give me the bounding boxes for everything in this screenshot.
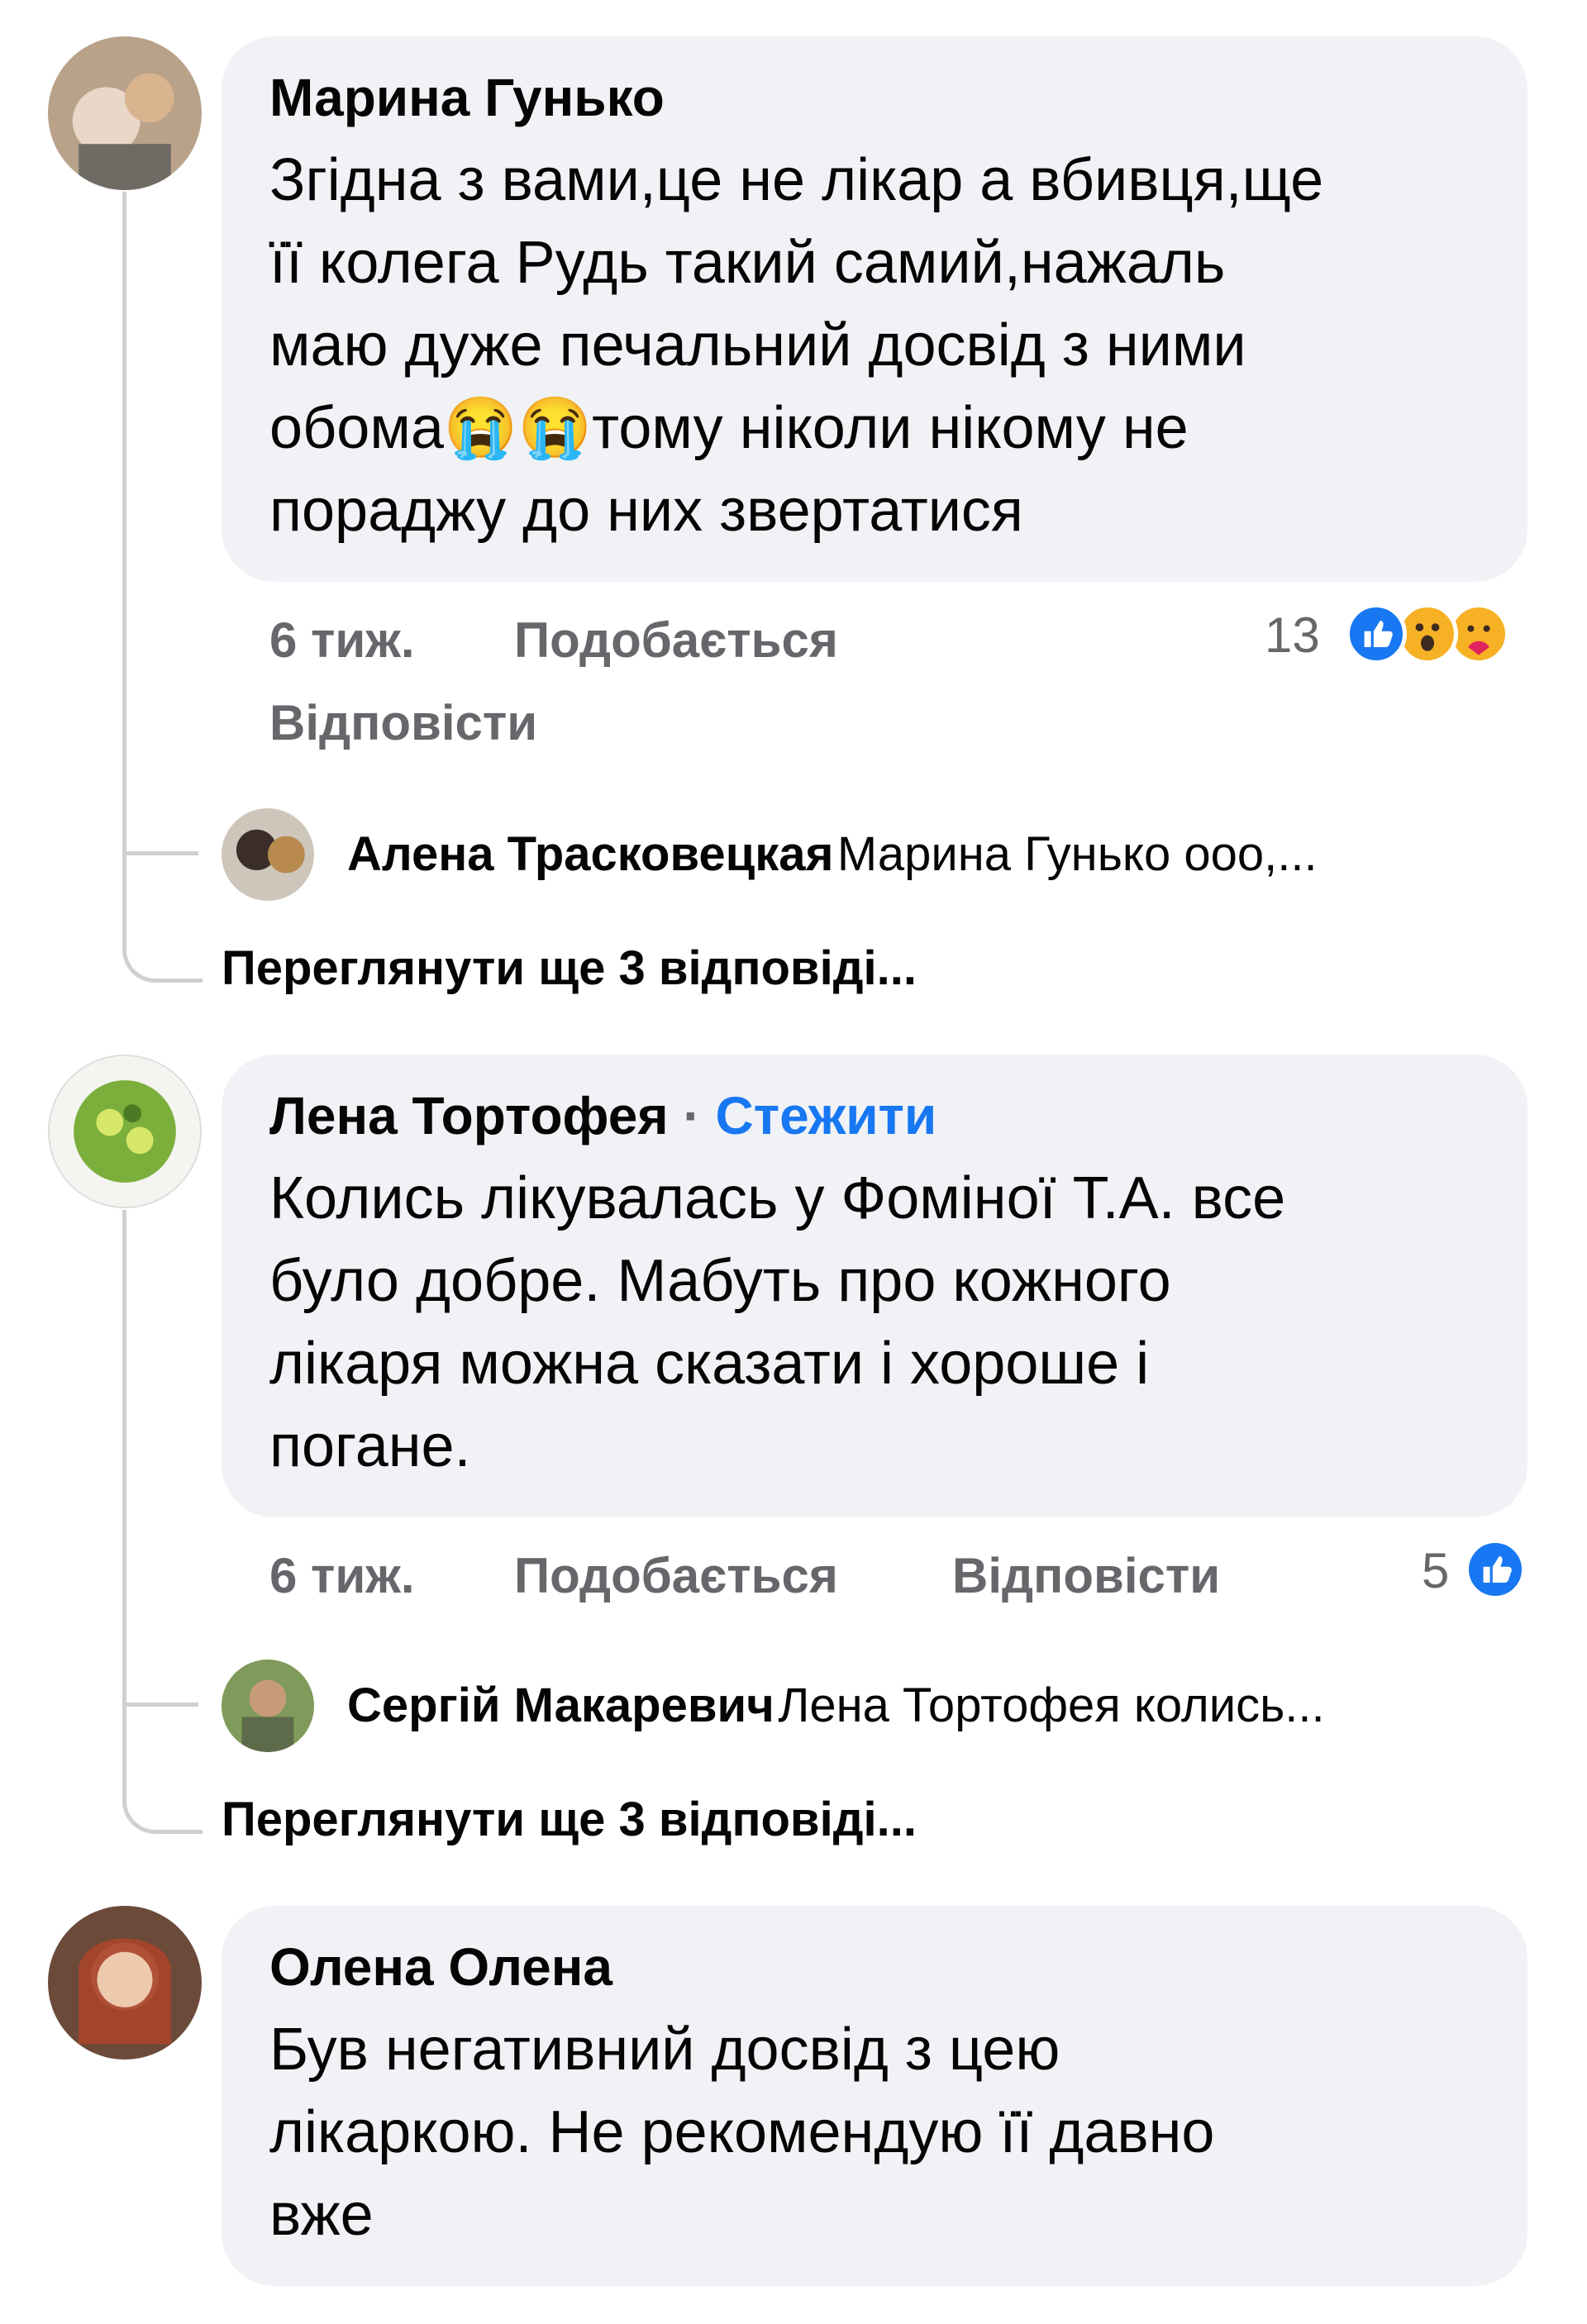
reaction-count[interactable]: 13 [1265, 607, 1320, 664]
reply-author[interactable]: Сергій Макаревич [347, 1679, 774, 1732]
comment-bubble: Лена Тортофея · Стежити Колись лікувалас… [222, 1055, 1527, 1517]
reaction-count[interactable]: 5 [1422, 1542, 1449, 1599]
comment-author[interactable]: Марина Гунько [269, 64, 665, 131]
avatar[interactable] [48, 1055, 202, 1208]
thread-line [122, 192, 203, 983]
comment-author-row: Лена Тортофея · Стежити [269, 1083, 936, 1149]
like-button[interactable]: Подобається [514, 1547, 838, 1604]
reply-avatar[interactable] [222, 808, 314, 901]
like-icon [1465, 1539, 1526, 1600]
comment-text: Колись лікувалась у Фоміної Т.А. все бул… [269, 1165, 1286, 1479]
comment-bubble: Олена Олена Був негативний досвід з цею … [222, 1906, 1527, 2286]
comment-time[interactable]: 6 тиж. [269, 612, 415, 669]
reply-button[interactable]: Відповісти [952, 1547, 1220, 1604]
reply-snippet: Марина Гунько ооо,... [836, 827, 1318, 881]
comment-bubble: Марина Гунько Згідна з вами,це не лікар … [222, 36, 1527, 582]
like-button[interactable]: Подобається [514, 612, 838, 669]
separator: · [683, 1086, 701, 1145]
like-icon [1346, 603, 1407, 664]
view-more-replies[interactable]: Переглянути ще 3 відповіді... [222, 941, 917, 996]
follow-link[interactable]: Стежити [716, 1086, 937, 1145]
reply-author[interactable]: Алена Трасковецкая [347, 827, 833, 881]
reply-snippet: Лена Тортофея колись... [778, 1679, 1325, 1732]
avatar[interactable] [48, 36, 202, 190]
thread-branch [122, 1703, 198, 1707]
reply-avatar[interactable] [222, 1660, 314, 1752]
comment-text: Був негативний досвід з цею лікаркою. Не… [269, 2017, 1215, 2248]
comment-author[interactable]: Олена Олена [269, 1934, 612, 2000]
comment-author[interactable]: Лена Тортофея [269, 1086, 669, 1145]
avatar[interactable] [48, 1906, 202, 2060]
reply-preview[interactable]: Алена Трасковецкая Марина Гунько ооо,... [347, 826, 1521, 882]
reply-preview[interactable]: Сергій Макаревич Лена Тортофея колись... [347, 1678, 1521, 1733]
thread-branch [122, 851, 198, 855]
view-more-replies[interactable]: Переглянути ще 3 відповіді... [222, 1792, 917, 1847]
comment-time[interactable]: 6 тиж. [269, 1547, 415, 1604]
thread-line [122, 1210, 203, 1834]
reply-button[interactable]: Відповісти [269, 694, 537, 751]
comment-text: Згідна з вами,це не лікар а вбивця,ще її… [269, 147, 1324, 544]
